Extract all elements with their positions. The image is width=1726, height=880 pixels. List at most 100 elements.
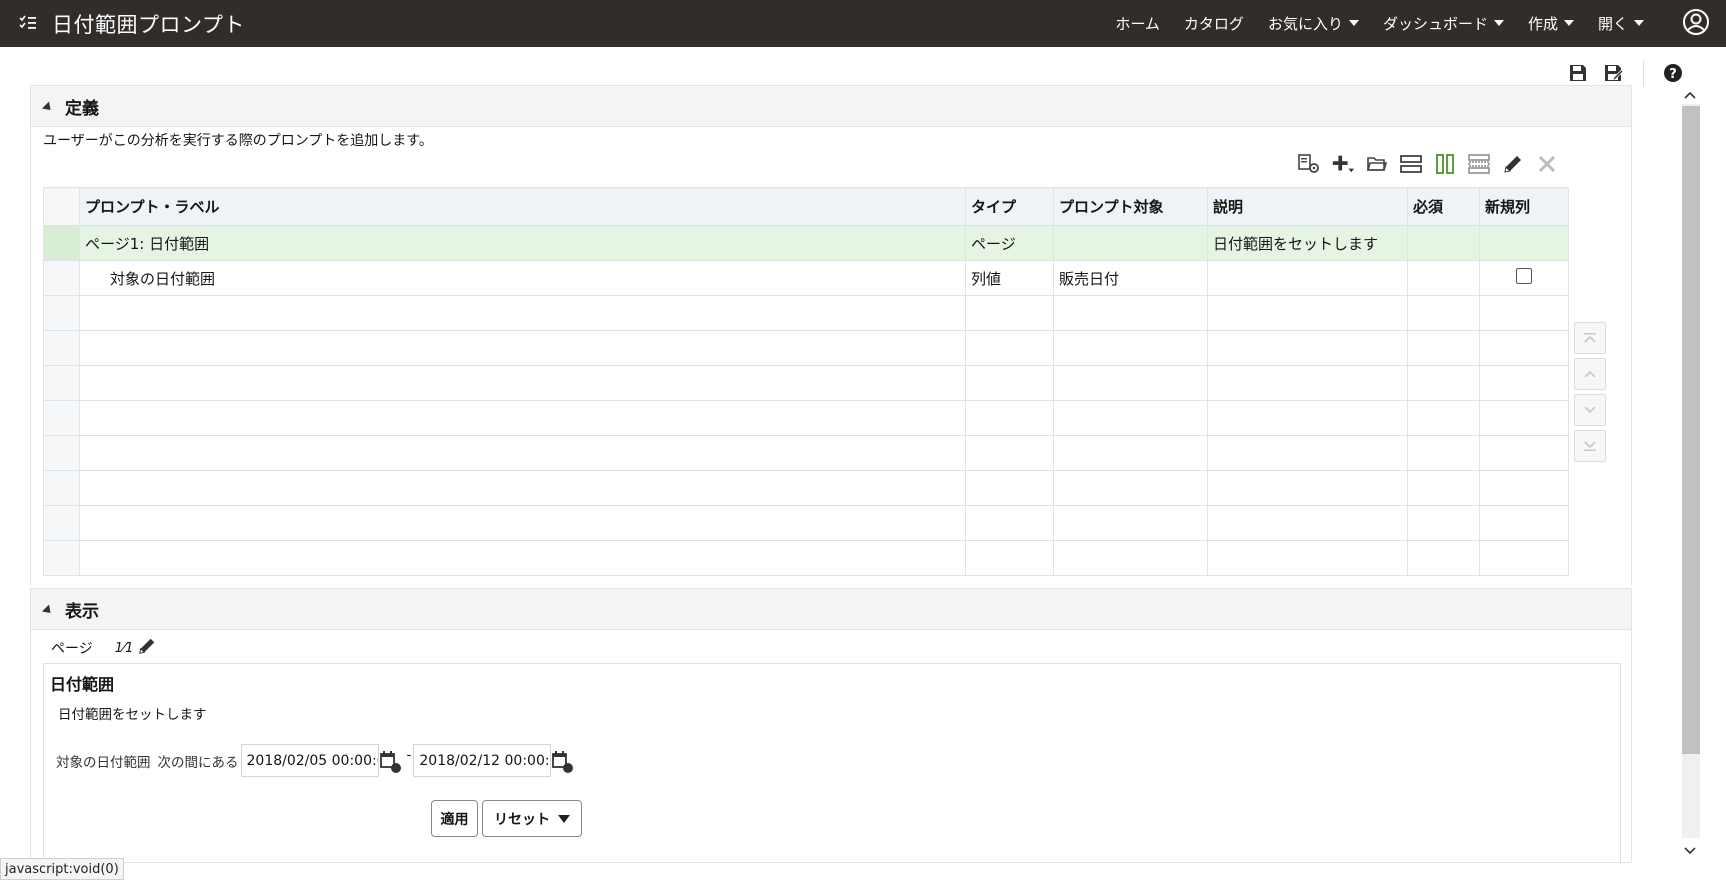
column-header-new-column[interactable]: 新規列 <box>1479 187 1569 226</box>
empty-cell <box>1207 330 1408 366</box>
scrollbar-thumb[interactable] <box>1682 106 1700 754</box>
svg-text:?: ? <box>1669 67 1677 82</box>
page-controls: 1⁄1 <box>115 636 158 660</box>
save-icon[interactable] <box>1567 62 1589 84</box>
cell-type[interactable]: 列値 <box>965 260 1054 296</box>
edit-page-settings-icon[interactable] <box>1297 152 1321 176</box>
column-header-description[interactable]: 説明 <box>1207 187 1408 226</box>
dropdown-caret-icon <box>1634 19 1644 26</box>
nav-item-2[interactable]: お気に入り <box>1256 13 1371 34</box>
from-date-input[interactable]: 2018/02/05 00:00:00 <box>240 744 379 777</box>
definition-title: 定義 <box>65 98 99 119</box>
empty-cell <box>1479 365 1569 401</box>
table-row[interactable]: ページ1: 日付範囲 ページ 日付範囲をセットします <box>43 225 1569 261</box>
nav-item-3[interactable]: ダッシュボード <box>1371 13 1516 34</box>
definition-description: ユーザーがこの分析を実行する際のプロンプトを追加します。 <box>43 133 433 149</box>
definition-header[interactable]: 定義 <box>31 86 1631 127</box>
nav-item-label: ダッシュボード <box>1382 15 1488 33</box>
dropdown-caret-icon <box>1563 19 1574 26</box>
row-layout-icon[interactable] <box>1399 152 1423 176</box>
cell-description[interactable] <box>1207 260 1408 296</box>
nav-item-4[interactable]: 作成 <box>1516 13 1586 34</box>
save-as-icon[interactable] <box>1603 62 1625 84</box>
cell-target[interactable] <box>1053 225 1208 261</box>
move-to-bottom-button[interactable] <box>1574 430 1606 462</box>
help-icon[interactable]: ? <box>1662 62 1684 84</box>
collapse-triangle-icon[interactable] <box>41 603 55 617</box>
empty-cell <box>79 505 966 541</box>
to-date-input[interactable]: 2018/02/12 00:00:00 <box>413 744 552 777</box>
from-calendar-icon[interactable] <box>379 748 405 774</box>
nav-item-5[interactable]: 開く <box>1586 13 1656 34</box>
empty-cell <box>965 330 1054 366</box>
move-down-button[interactable] <box>1574 394 1606 426</box>
column-header-label[interactable]: プロンプト・ラベル <box>79 187 966 226</box>
empty-cell <box>965 295 1054 331</box>
cell-description[interactable]: 日付範囲をセットします <box>1207 225 1408 261</box>
user-avatar-icon[interactable] <box>1682 8 1710 36</box>
column-header-type[interactable]: タイプ <box>965 187 1054 226</box>
page-indicator[interactable]: 1⁄1 <box>115 641 134 656</box>
row-gutter[interactable] <box>43 225 80 261</box>
open-folder-icon[interactable] <box>1365 152 1389 176</box>
empty-row <box>43 435 1569 471</box>
empty-cell <box>1207 365 1408 401</box>
field-label: 対象の日付範囲 <box>56 754 151 771</box>
nav-item-0[interactable]: ホーム <box>1103 13 1172 34</box>
column-layout-icon[interactable] <box>1433 152 1457 176</box>
empty-cell <box>79 400 966 436</box>
apply-button[interactable]: 適用 <box>431 800 478 837</box>
global-nav: ホーム カタログ お気に入り ダッシュボード 作成 開く <box>1103 0 1656 47</box>
reset-button[interactable]: リセット <box>482 800 582 837</box>
empty-cell <box>1207 505 1408 541</box>
nav-item-label: お気に入り <box>1267 15 1343 33</box>
display-tabs: ページ 1⁄1 <box>51 636 157 660</box>
empty-cell <box>1479 400 1569 436</box>
new-column-checkbox[interactable] <box>1516 268 1532 284</box>
cell-required[interactable] <box>1407 260 1480 296</box>
cell-required[interactable] <box>1407 225 1480 261</box>
empty-row <box>43 540 1569 576</box>
cell-new-column[interactable] <box>1479 260 1569 296</box>
cell-type[interactable]: ページ <box>965 225 1054 261</box>
vertical-scrollbar[interactable] <box>1679 82 1701 862</box>
display-header[interactable]: 表示 <box>31 589 1631 630</box>
empty-cell <box>965 435 1054 471</box>
scroll-down-icon[interactable] <box>1683 844 1697 858</box>
cell-label[interactable]: 対象の日付範囲 <box>79 260 966 296</box>
empty-cell <box>1207 295 1408 331</box>
empty-cell <box>1407 505 1480 541</box>
collapse-triangle-icon[interactable] <box>41 100 55 114</box>
nav-item-1[interactable]: カタログ <box>1172 13 1256 34</box>
row-gutter <box>43 505 80 541</box>
column-header-required[interactable]: 必須 <box>1407 187 1480 226</box>
cell-new-column[interactable] <box>1479 225 1569 261</box>
row-separator-icon[interactable] <box>1467 152 1491 176</box>
row-gutter-header <box>43 187 80 226</box>
empty-cell <box>79 365 966 401</box>
edit-page-icon[interactable] <box>137 636 157 660</box>
to-calendar-icon[interactable] <box>551 748 577 774</box>
move-to-top-button[interactable] <box>1574 322 1606 354</box>
table-row[interactable]: 対象の日付範囲 列値 販売日付 <box>43 260 1569 296</box>
empty-cell <box>1479 470 1569 506</box>
prompt-table-header: プロンプト・ラベル タイプ プロンプト対象 説明 必須 新規列 <box>43 187 1569 226</box>
delete-icon[interactable] <box>1535 152 1559 176</box>
display-title: 表示 <box>65 601 99 622</box>
cell-label[interactable]: ページ1: 日付範囲 <box>79 225 966 261</box>
move-up-button[interactable] <box>1574 358 1606 390</box>
add-prompt-icon[interactable] <box>1331 152 1355 176</box>
empty-row <box>43 470 1569 506</box>
empty-cell <box>1207 435 1408 471</box>
row-gutter[interactable] <box>43 260 80 296</box>
empty-cell <box>1053 295 1208 331</box>
column-header-target[interactable]: プロンプト対象 <box>1053 187 1208 226</box>
edit-pencil-icon[interactable] <box>1501 152 1525 176</box>
scroll-up-icon[interactable] <box>1683 88 1697 102</box>
tab-page[interactable]: ページ <box>51 638 93 658</box>
cell-target[interactable]: 販売日付 <box>1053 260 1208 296</box>
nav-item-label: 作成 <box>1527 15 1558 33</box>
empty-cell <box>1407 365 1480 401</box>
prompt-preview: 日付範囲 日付範囲をセットします 対象の日付範囲 次の間にある 2018/02/… <box>43 663 1621 863</box>
navigator-menu-icon[interactable] <box>17 12 39 34</box>
